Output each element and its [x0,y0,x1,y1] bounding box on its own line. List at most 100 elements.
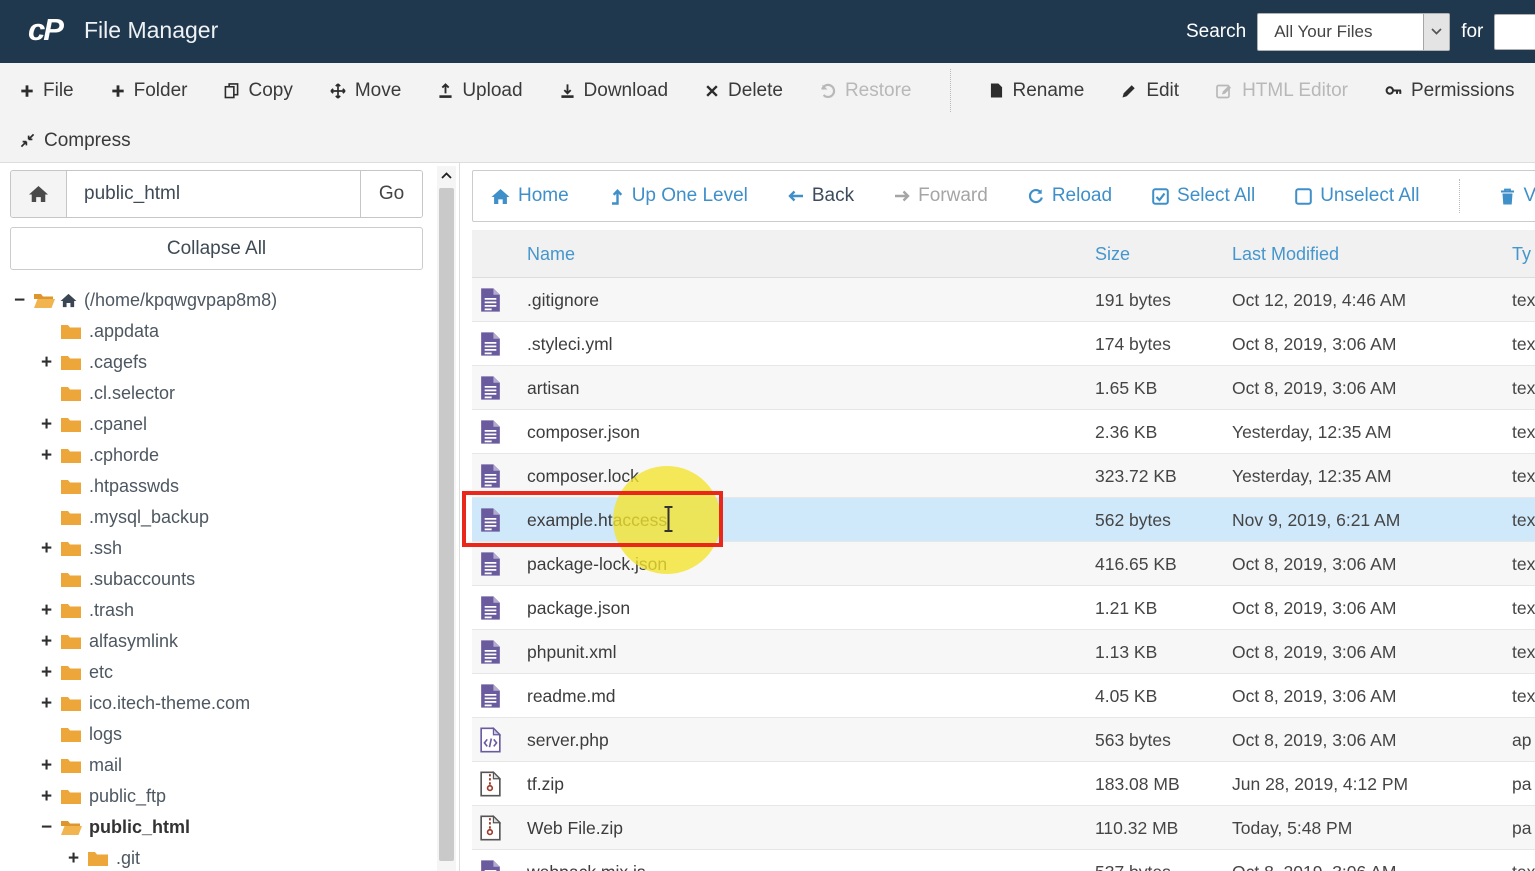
toolbar-button-rename[interactable]: Rename [990,80,1084,102]
file-row-tf-zip[interactable]: tf.zip 183.08 MB Jun 28, 2019, 4:12 PM pa [472,762,1535,806]
tree-item-htpasswds[interactable]: .htpasswds [0,471,436,502]
expand-icon[interactable]: + [41,352,60,374]
tree-item-cagefs[interactable]: + .cagefs [0,347,436,378]
toolbar-button-upload[interactable]: Upload [438,80,523,102]
nav-button-select-all[interactable]: Select All [1152,185,1255,207]
file-name[interactable]: readme.md [527,674,616,718]
tree-item-home-kpqwgvpap8m8[interactable]: − (/home/kpqwgvpap8m8) [0,285,436,316]
file-row-package-json[interactable]: package.json 1.21 KB Oct 8, 2019, 3:06 AM t… [472,586,1535,630]
column-header-type[interactable]: Ty [1512,230,1531,278]
expand-icon[interactable]: + [41,693,60,715]
toolbar-button-copy[interactable]: Copy [224,80,293,102]
tree-item-etc[interactable]: + etc [0,657,436,688]
sidebar-scrollbar[interactable] [437,166,456,871]
file-row-webpack-mix-js[interactable]: webpack.mix.js 537 bytes Oct 8, 2019, 3:06… [472,850,1535,871]
file-row-readme-md[interactable]: readme.md 4.05 KB Oct 8, 2019, 3:06 AM tex [472,674,1535,718]
tree-item-trash[interactable]: + .trash [0,595,436,626]
column-header-last-modified[interactable]: Last Modified [1232,230,1339,278]
toolbar-button-folder[interactable]: Folder [111,80,187,102]
tree-item-label[interactable]: logs [89,724,122,745]
tree-item-label[interactable]: .cphorde [89,445,159,466]
file-name[interactable]: tf.zip [527,762,564,806]
tree-item-label[interactable]: .ssh [89,538,122,559]
file-name[interactable]: example.htaccess [527,498,667,542]
nav-button-view-t[interactable]: View T [1500,185,1535,207]
tree-item-label[interactable]: mail [89,755,122,776]
toolbar-button-download[interactable]: Download [560,80,668,102]
nav-button-up-one-level[interactable]: Up One Level [609,185,748,207]
expand-icon[interactable]: + [41,538,60,560]
search-scope-select[interactable]: All Your Files [1257,12,1451,51]
nav-button-back[interactable]: Back [788,185,854,207]
file-name[interactable]: .gitignore [527,278,599,322]
tree-item-label[interactable]: (/home/kpqwgvpap8m8) [84,290,277,311]
tree-item-label[interactable]: public_ftp [89,786,166,807]
tree-item-label[interactable]: .appdata [89,321,159,342]
toolbar-button-file[interactable]: File [20,80,74,102]
toolbar-button-edit[interactable]: Edit [1121,80,1179,102]
expand-icon[interactable]: + [41,755,60,777]
tree-item-label[interactable]: .cl.selector [89,383,175,404]
expand-icon[interactable]: + [41,600,60,622]
tree-item-mysql-backup[interactable]: .mysql_backup [0,502,436,533]
expand-icon[interactable]: + [68,848,87,870]
tree-item-label[interactable]: etc [89,662,113,683]
tree-item-ico-itech-theme-com[interactable]: + ico.itech-theme.com [0,688,436,719]
file-name[interactable]: Web File.zip [527,806,623,850]
tree-item-cphorde[interactable]: + .cphorde [0,440,436,471]
tree-item-ssh[interactable]: + .ssh [0,533,436,564]
tree-item-appdata[interactable]: .appdata [0,316,436,347]
tree-item-label[interactable]: .mysql_backup [89,507,209,528]
file-name[interactable]: package.json [527,586,630,630]
file-row-artisan[interactable]: artisan 1.65 KB Oct 8, 2019, 3:06 AM tex [472,366,1535,410]
column-header-size[interactable]: Size [1095,230,1130,278]
path-input[interactable] [67,171,360,217]
tree-item-mail[interactable]: + mail [0,750,436,781]
file-row-composer-json[interactable]: composer.json 2.36 KB Yesterday, 12:35 AM t… [472,410,1535,454]
file-row-phpunit-xml[interactable]: phpunit.xml 1.13 KB Oct 8, 2019, 3:06 AM te… [472,630,1535,674]
tree-item-public-ftp[interactable]: + public_ftp [0,781,436,812]
tree-item-cpanel[interactable]: + .cpanel [0,409,436,440]
file-name[interactable]: composer.lock [527,454,639,498]
file-name[interactable]: webpack.mix.js [527,850,646,871]
expand-icon[interactable]: + [41,662,60,684]
tree-item-label[interactable]: .trash [89,600,134,621]
chevron-up-icon[interactable] [437,166,456,185]
home-button[interactable] [11,171,67,217]
tree-item-label[interactable]: .htpasswds [89,476,179,497]
expand-icon[interactable]: + [41,445,60,467]
column-header-name[interactable]: Name [527,230,575,278]
file-name[interactable]: package-lock.json [527,542,667,586]
nav-button-unselect-all[interactable]: Unselect All [1295,185,1419,207]
file-row-gitignore[interactable]: .gitignore 191 bytes Oct 12, 2019, 4:46 AM… [472,278,1535,322]
file-row-composer-lock[interactable]: composer.lock 323.72 KB Yesterday, 12:35 A… [472,454,1535,498]
nav-button-home[interactable]: Home [491,185,569,207]
expand-icon[interactable]: + [41,631,60,653]
scrollbar-thumb[interactable] [439,188,454,861]
file-row-server-php[interactable]: server.php 563 bytes Oct 8, 2019, 3:06 AM a… [472,718,1535,762]
tree-item-label[interactable]: alfasymlink [89,631,178,652]
collapse-all-button[interactable]: Collapse All [10,227,423,270]
file-name[interactable]: composer.json [527,410,640,454]
tree-item-label[interactable]: .cpanel [89,414,147,435]
tree-item-alfasymlink[interactable]: + alfasymlink [0,626,436,657]
tree-item-label[interactable]: .cagefs [89,352,147,373]
file-name[interactable]: artisan [527,366,580,410]
tree-item-public-html[interactable]: − public_html [0,812,436,843]
file-row-package-lock-json[interactable]: package-lock.json 416.65 KB Oct 8, 2019, 3… [472,542,1535,586]
toolbar-button-move[interactable]: Move [330,80,401,102]
toolbar-button-permissions[interactable]: Permissions [1385,80,1514,102]
file-row-web-file-zip[interactable]: Web File.zip 110.32 MB Today, 5:48 PM pa [472,806,1535,850]
toolbar-button-delete[interactable]: Delete [705,80,783,102]
expand-icon[interactable]: + [41,414,60,436]
tree-item-label[interactable]: .git [116,848,140,869]
expand-icon[interactable]: + [41,786,60,808]
file-row-styleci-yml[interactable]: .styleci.yml 174 bytes Oct 8, 2019, 3:06 A… [472,322,1535,366]
file-name[interactable]: server.php [527,718,609,762]
toolbar-button-compress[interactable]: Compress [20,130,131,152]
go-button[interactable]: Go [360,171,422,217]
file-name[interactable]: .styleci.yml [527,322,613,366]
tree-item-label[interactable]: ico.itech-theme.com [89,693,250,714]
search-input[interactable] [1494,13,1535,50]
file-name[interactable]: phpunit.xml [527,630,617,674]
